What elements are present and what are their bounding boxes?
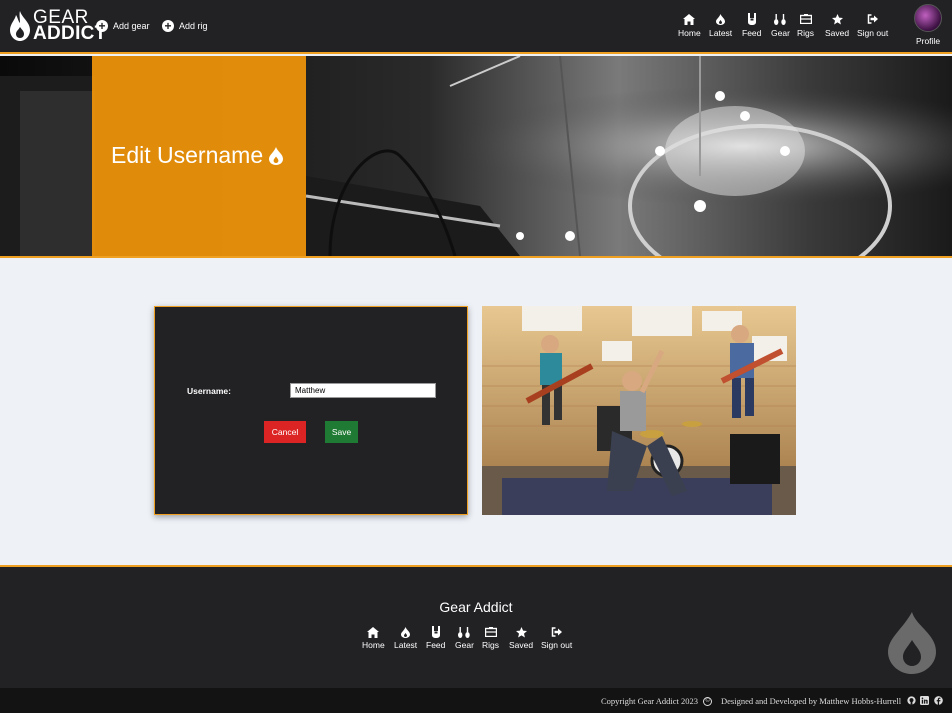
sign-out-icon bbox=[866, 13, 880, 25]
add-gear-label: Add gear bbox=[113, 21, 150, 31]
copyright-icon: © bbox=[703, 696, 713, 706]
footer-nav-saved-label: Saved bbox=[509, 640, 534, 650]
add-rig-link[interactable]: + Add rig bbox=[162, 19, 208, 33]
rock-hand-icon bbox=[745, 13, 759, 25]
page-title: Edit Username bbox=[111, 142, 284, 169]
github-icon[interactable] bbox=[907, 696, 916, 705]
designer-credit: Designed and Developed by Matthew Hobbs-… bbox=[721, 696, 902, 706]
save-button[interactable]: Save bbox=[325, 421, 358, 443]
flame-icon bbox=[269, 146, 284, 165]
nav-sign-out-label: Sign out bbox=[857, 28, 889, 38]
username-label: Username: bbox=[187, 386, 231, 396]
avatar bbox=[914, 4, 942, 32]
flame-icon bbox=[10, 11, 30, 41]
footer-nav-sign-out-label: Sign out bbox=[541, 640, 573, 650]
band-photo-image bbox=[482, 306, 796, 515]
footer-nav-gear[interactable]: Gear bbox=[455, 626, 474, 650]
nav-feed[interactable]: Feed bbox=[742, 13, 761, 38]
plus-circle-icon: + bbox=[96, 20, 108, 32]
star-icon bbox=[830, 13, 844, 25]
guitars-icon bbox=[773, 13, 787, 25]
footer-nav-home[interactable]: Home bbox=[362, 626, 385, 650]
nav-home-label: Home bbox=[678, 28, 701, 38]
facebook-icon[interactable] bbox=[934, 696, 943, 705]
username-input[interactable] bbox=[290, 383, 436, 398]
site-footer: Gear Addict Home Latest Feed Gear Rigs S… bbox=[0, 565, 952, 688]
footer-nav-latest-label: Latest bbox=[394, 640, 418, 650]
home-icon bbox=[366, 626, 380, 638]
footer-title: Gear Addict bbox=[439, 599, 513, 615]
add-gear-link[interactable]: + Add gear bbox=[96, 19, 150, 33]
nav-rigs-label: Rigs bbox=[797, 28, 815, 38]
footer-nav-latest[interactable]: Latest bbox=[394, 626, 417, 650]
nav-gear[interactable]: Gear bbox=[771, 13, 790, 38]
home-icon bbox=[682, 13, 696, 25]
copyright: Copyright Gear Addict 2023 © bbox=[601, 696, 713, 706]
footer-nav-feed[interactable]: Feed bbox=[426, 626, 445, 650]
footer-nav-rigs[interactable]: Rigs bbox=[482, 626, 499, 650]
hero-banner: Edit Username bbox=[0, 56, 952, 256]
copyright-bar: Copyright Gear Addict 2023 © Designed an… bbox=[0, 688, 952, 713]
nav-latest-label: Latest bbox=[709, 28, 733, 38]
add-rig-label: Add rig bbox=[179, 21, 208, 31]
sign-out-icon bbox=[550, 626, 564, 638]
nav-feed-label: Feed bbox=[742, 28, 762, 38]
page-title-text: Edit Username bbox=[111, 142, 264, 168]
hero-divider bbox=[0, 256, 952, 258]
nav-rigs[interactable]: Rigs bbox=[797, 13, 814, 38]
nav-home[interactable]: Home bbox=[678, 13, 701, 38]
footer-nav-home-label: Home bbox=[362, 640, 385, 650]
rock-hand-icon bbox=[429, 626, 443, 638]
site-logo[interactable]: GEAR ADDICT bbox=[9, 8, 106, 43]
band-photo bbox=[482, 306, 796, 515]
nav-sign-out[interactable]: Sign out bbox=[857, 13, 888, 38]
footer-nav-gear-label: Gear bbox=[455, 640, 474, 650]
copyright-text: Copyright Gear Addict 2023 bbox=[601, 696, 699, 706]
site-header: GEAR ADDICT + Add gear + Add rig Home La… bbox=[0, 0, 952, 54]
footer-nav-rigs-label: Rigs bbox=[482, 640, 500, 650]
linkedin-icon[interactable] bbox=[920, 696, 929, 705]
nav-gear-label: Gear bbox=[771, 28, 790, 38]
flame-icon bbox=[399, 626, 413, 638]
cancel-button[interactable]: Cancel bbox=[264, 421, 306, 443]
nav-latest[interactable]: Latest bbox=[709, 13, 732, 38]
flame-icon bbox=[714, 13, 728, 25]
star-icon bbox=[514, 626, 528, 638]
guitars-icon bbox=[457, 626, 471, 638]
nav-saved[interactable]: Saved bbox=[825, 13, 849, 38]
amp-icon bbox=[799, 13, 813, 25]
footer-nav-saved[interactable]: Saved bbox=[509, 626, 533, 650]
nav-saved-label: Saved bbox=[825, 28, 850, 38]
profile-link[interactable]: Profile bbox=[913, 4, 943, 46]
footer-nav-sign-out[interactable]: Sign out bbox=[541, 626, 572, 650]
amp-icon bbox=[484, 626, 498, 638]
edit-username-form: Username: Cancel Save bbox=[154, 306, 468, 515]
flame-icon bbox=[888, 612, 936, 674]
plus-circle-icon: + bbox=[162, 20, 174, 32]
profile-label: Profile bbox=[915, 36, 941, 46]
footer-nav-feed-label: Feed bbox=[426, 640, 446, 650]
